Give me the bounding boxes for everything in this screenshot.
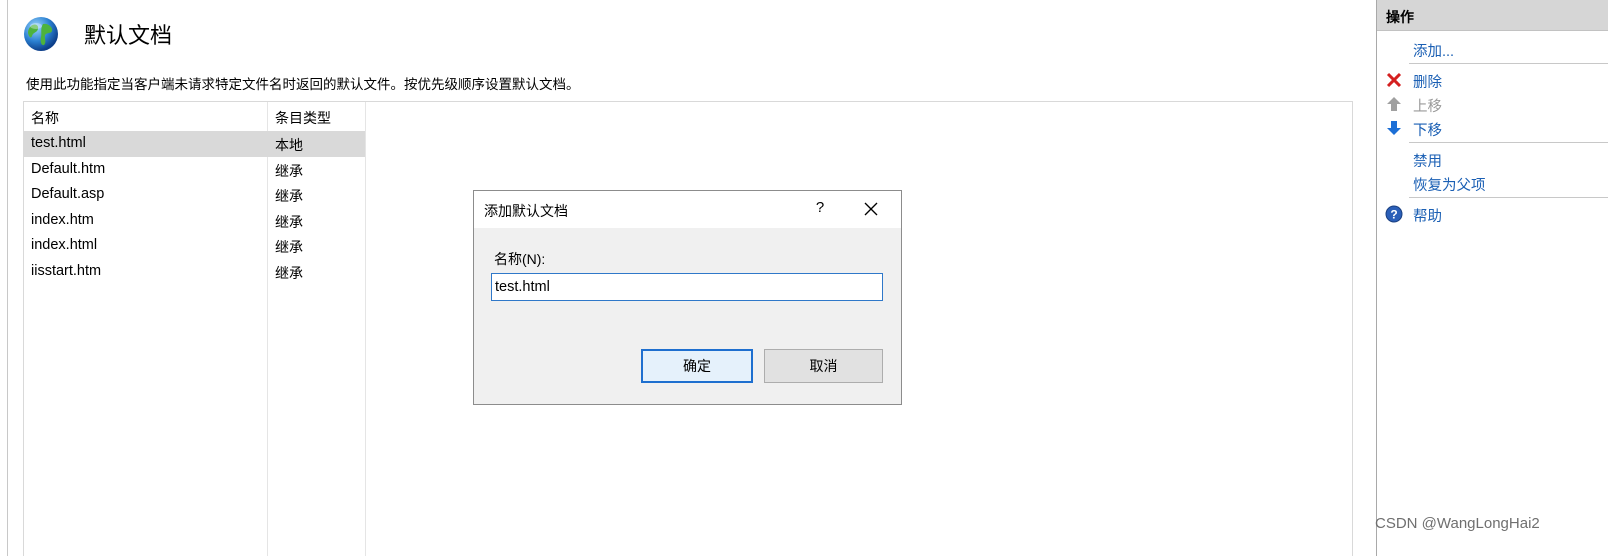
list-row[interactable]: index.html 继承 [24,233,365,259]
list-row[interactable]: test.html 本地 [24,131,365,157]
action-move-down-label[interactable]: 下移 [1413,119,1442,140]
action-add-label[interactable]: 添加... [1413,40,1454,61]
action-revert-label[interactable]: 恢复为父项 [1413,174,1486,195]
action-add[interactable]: 添加... [1377,38,1608,60]
page-title: 默认文档 [84,23,173,48]
column-header-type[interactable]: 条目类型 [275,108,331,128]
svg-text:?: ? [1390,208,1397,222]
row-name: index.html [31,237,98,254]
column-header-name[interactable]: 名称 [31,108,59,128]
row-name: test.html [31,135,86,151]
actions-divider [1409,142,1608,143]
window-left-border [7,0,8,556]
page-description: 使用此功能指定当客户端未请求特定文件名时返回的默认文件。按优先级顺序设置默认文档… [26,77,580,92]
row-name: Default.htm [31,160,106,177]
ok-button[interactable]: 确定 [641,349,753,383]
action-disable-label[interactable]: 禁用 [1413,150,1442,171]
row-type: 继承 [275,264,303,281]
action-revert[interactable]: 恢复为父项 [1377,172,1608,194]
row-name: iisstart.htm [31,262,102,279]
row-type: 继承 [275,213,303,230]
dialog-title: 添加默认文档 [484,203,568,219]
arrow-up-icon [1387,97,1401,111]
list-header: 名称 条目类型 [24,102,1352,130]
action-remove-label[interactable]: 删除 [1413,71,1442,92]
row-type: 本地 [275,137,303,153]
actions-divider [1409,197,1608,198]
row-name: index.htm [31,211,94,228]
row-name: Default.asp [31,186,105,203]
cancel-button[interactable]: 取消 [764,349,883,383]
help-icon: ? [1385,205,1403,223]
add-default-document-dialog: 添加默认文档 ? 名称(N): 确定 取消 [473,190,902,405]
action-move-down[interactable]: 下移 [1377,117,1608,139]
action-disable[interactable]: 禁用 [1377,148,1608,170]
arrow-down-icon [1387,121,1401,135]
list-row[interactable]: Default.asp 继承 [24,182,365,208]
page-header: 默认文档 [22,14,172,54]
dialog-titlebar[interactable]: 添加默认文档 ? [474,191,901,228]
action-help-label[interactable]: 帮助 [1413,205,1442,226]
action-remove[interactable]: 删除 [1377,69,1608,91]
action-move-up: 上移 [1377,93,1608,115]
row-type: 继承 [275,162,303,179]
delete-x-icon [1386,72,1402,88]
help-button[interactable]: ? [812,199,828,216]
list-row[interactable]: index.htm 继承 [24,208,365,234]
close-icon[interactable] [862,200,880,218]
action-help[interactable]: ? 帮助 [1377,203,1608,225]
row-type: 继承 [275,188,303,205]
actions-pane: 操作 添加... 删除 上移 下移 禁用 恢复为父项 ? 帮助 [1376,0,1608,556]
actions-header: 操作 [1377,0,1608,31]
list-row[interactable]: Default.htm 继承 [24,157,365,183]
watermark: CSDN @WangLongHai2 [1375,515,1540,532]
name-input[interactable] [491,273,883,301]
action-move-up-label: 上移 [1413,99,1442,115]
list-row[interactable]: iisstart.htm 继承 [24,259,365,285]
name-field-label: 名称(N): [494,251,546,267]
globe-icon [24,17,58,51]
row-type: 继承 [275,239,303,256]
actions-divider [1409,63,1608,64]
